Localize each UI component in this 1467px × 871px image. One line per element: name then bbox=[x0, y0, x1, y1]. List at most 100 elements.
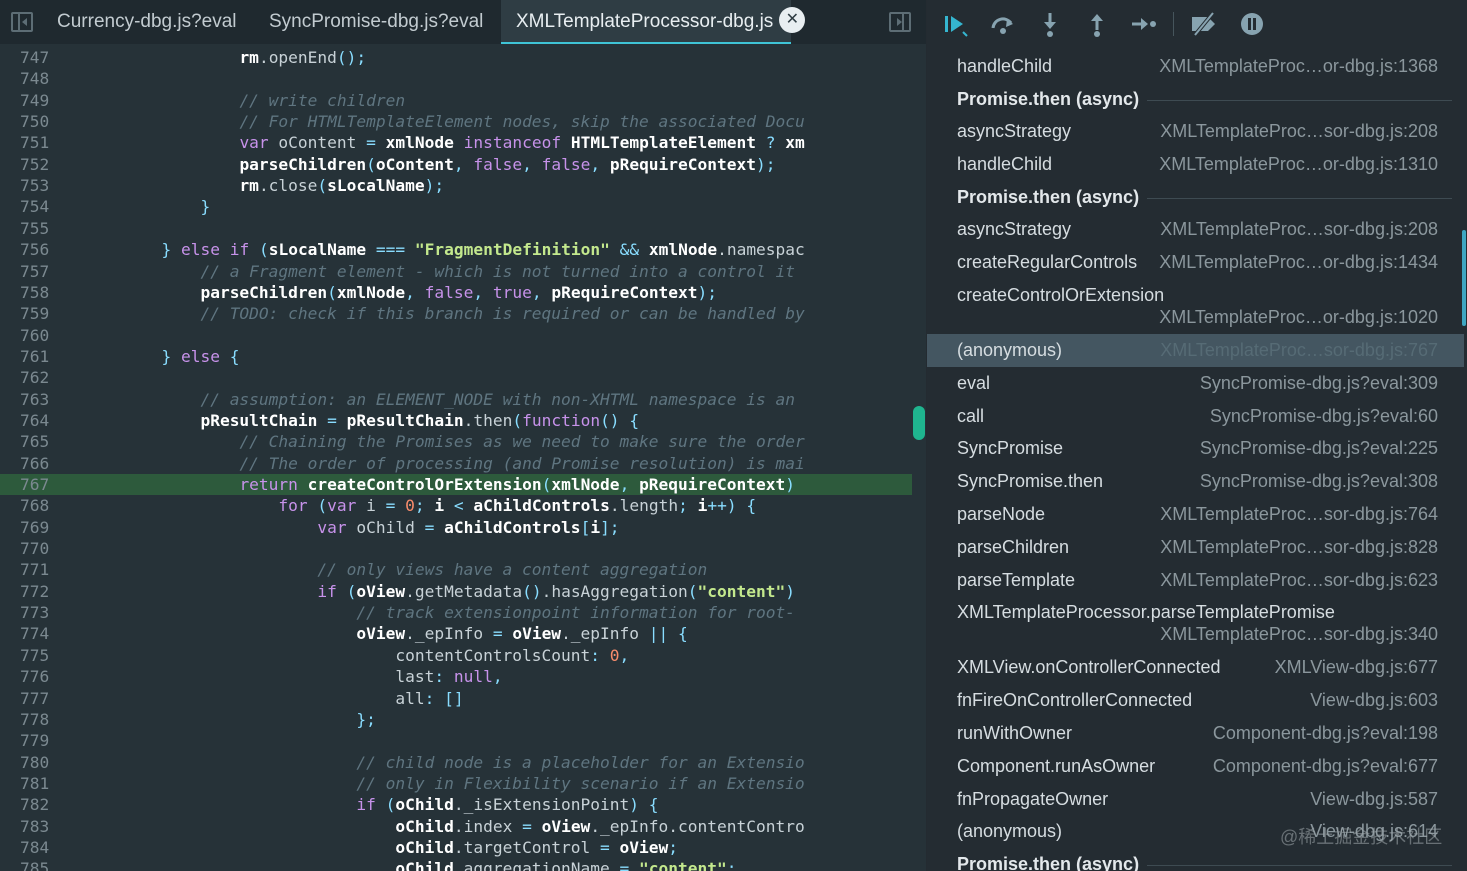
line-number[interactable]: 779 bbox=[20, 730, 56, 751]
line-number[interactable]: 756 bbox=[20, 239, 56, 260]
call-frame[interactable]: XMLTemplateProcessor.parseTemplatePromis… bbox=[927, 596, 1464, 651]
call-frame[interactable]: parseNode XMLTemplateProc…sor-dbg.js:764 bbox=[927, 498, 1464, 531]
line-number[interactable]: 785 bbox=[20, 858, 56, 871]
line-number[interactable]: 783 bbox=[20, 816, 56, 837]
call-frame[interactable]: parseChildren XMLTemplateProc…sor-dbg.js:… bbox=[927, 531, 1464, 564]
pause-on-exceptions-icon[interactable] bbox=[1238, 10, 1266, 38]
line-number[interactable]: 774 bbox=[20, 623, 56, 644]
frame-location-link[interactable]: XMLTemplateProc…sor-dbg.js:767 bbox=[1160, 340, 1438, 361]
line-number[interactable]: 751 bbox=[20, 132, 56, 153]
call-frame[interactable]: Component.runAsOwner Component-dbg.js?eva… bbox=[927, 750, 1464, 783]
line-number[interactable]: 757 bbox=[20, 261, 56, 282]
code-token: ) bbox=[629, 795, 640, 815]
call-stack-scrollbar-thumb[interactable] bbox=[1462, 230, 1466, 326]
line-number[interactable]: 782 bbox=[20, 794, 56, 815]
frame-location-link[interactable]: XMLTemplateProc…sor-dbg.js:764 bbox=[1160, 504, 1438, 525]
line-number[interactable]: 773 bbox=[20, 602, 56, 623]
frame-location-link[interactable]: Component-dbg.js?eval:677 bbox=[1213, 756, 1438, 777]
line-number[interactable]: 752 bbox=[20, 154, 56, 175]
frame-location-link[interactable]: SyncPromise-dbg.js?eval:309 bbox=[1200, 373, 1438, 394]
line-number[interactable]: 777 bbox=[20, 688, 56, 709]
frame-location-link[interactable]: XMLTemplateProc…sor-dbg.js:340 bbox=[1160, 624, 1438, 645]
step-icon[interactable] bbox=[1129, 10, 1157, 38]
frame-location-link[interactable]: XMLTemplateProc…sor-dbg.js:623 bbox=[1160, 570, 1438, 591]
tab-currency[interactable]: Currency-dbg.js?eval bbox=[57, 0, 237, 44]
call-frame[interactable]: fnFireOnControllerConnected View-dbg.js:6… bbox=[927, 684, 1464, 717]
line-number[interactable]: 760 bbox=[20, 325, 56, 346]
frame-location-link[interactable]: View-dbg.js:603 bbox=[1310, 690, 1438, 711]
frame-location-link[interactable]: XMLTemplateProc…or-dbg.js:1434 bbox=[1159, 252, 1438, 273]
code-token: parseChildren bbox=[239, 154, 367, 174]
line-number[interactable]: 761 bbox=[20, 346, 56, 367]
code-token: pRequireContext bbox=[609, 154, 757, 174]
line-number[interactable]: 766 bbox=[20, 453, 56, 474]
code-text: oChild.aggregationName = "content"; bbox=[64, 858, 736, 871]
call-frame[interactable]: call SyncPromise-dbg.js?eval:60 bbox=[927, 400, 1464, 433]
call-frame[interactable]: createRegularControls XMLTemplateProc…or-… bbox=[927, 246, 1464, 279]
line-number[interactable]: 759 bbox=[20, 303, 56, 324]
tab-xmltemplateprocessor[interactable]: XMLTemplateProcessor-dbg.js ✕ bbox=[501, 0, 806, 44]
call-frame[interactable]: eval SyncPromise-dbg.js?eval:309 bbox=[927, 367, 1464, 400]
line-number[interactable]: 748 bbox=[20, 68, 56, 89]
call-frame[interactable]: XMLView.onControllerConnected XMLView-dbg… bbox=[927, 651, 1464, 684]
line-number[interactable]: 755 bbox=[20, 218, 56, 239]
line-number[interactable]: 778 bbox=[20, 709, 56, 730]
call-frame[interactable]: handleChild XMLTemplateProc…or-dbg.js:136… bbox=[927, 50, 1464, 83]
frame-location-link[interactable]: SyncPromise-dbg.js?eval:308 bbox=[1200, 471, 1438, 492]
line-number[interactable]: 764 bbox=[20, 410, 56, 431]
line-number[interactable]: 776 bbox=[20, 666, 56, 687]
line-number[interactable]: 769 bbox=[20, 517, 56, 538]
line-number[interactable]: 762 bbox=[20, 367, 56, 388]
call-frame[interactable]: runWithOwner Component-dbg.js?eval:198 bbox=[927, 717, 1464, 750]
line-number[interactable]: 770 bbox=[20, 538, 56, 559]
line-number[interactable]: 781 bbox=[20, 773, 56, 794]
line-number[interactable]: 784 bbox=[20, 837, 56, 858]
tab-syncpromise[interactable]: SyncPromise-dbg.js?eval bbox=[269, 0, 483, 44]
call-frame[interactable]: parseTemplate XMLTemplateProc…sor-dbg.js:… bbox=[927, 564, 1464, 597]
toggle-debugger-icon[interactable] bbox=[889, 12, 911, 32]
step-into-icon[interactable] bbox=[1036, 10, 1064, 38]
line-number[interactable]: 754 bbox=[20, 196, 56, 217]
close-icon[interactable]: ✕ bbox=[779, 6, 806, 33]
step-out-icon[interactable] bbox=[1083, 10, 1111, 38]
call-frame[interactable]: createControlOrExtension XMLTemplateProc…… bbox=[927, 279, 1464, 334]
frame-location-link[interactable]: View-dbg.js:587 bbox=[1310, 789, 1438, 810]
frame-location-link[interactable]: SyncPromise-dbg.js?eval:225 bbox=[1200, 438, 1438, 459]
line-number[interactable]: 765 bbox=[20, 431, 56, 452]
editor-scrollbar-thumb[interactable] bbox=[913, 406, 925, 440]
line-number[interactable]: 749 bbox=[20, 90, 56, 111]
line-number[interactable]: 763 bbox=[20, 389, 56, 410]
call-frame[interactable]: SyncPromise.then SyncPromise-dbg.js?eval:… bbox=[927, 465, 1464, 498]
line-number[interactable]: 753 bbox=[20, 175, 56, 196]
frame-location-link[interactable]: Component-dbg.js?eval:198 bbox=[1213, 723, 1438, 744]
line-number[interactable]: 768 bbox=[20, 495, 56, 516]
line-number[interactable]: 772 bbox=[20, 581, 56, 602]
line-number[interactable]: 771 bbox=[20, 559, 56, 580]
frame-location-link[interactable]: XMLTemplateProc…or-dbg.js:1020 bbox=[1159, 307, 1438, 328]
frame-location-link[interactable]: XMLView-dbg.js:677 bbox=[1275, 657, 1438, 678]
call-frame[interactable]: asyncStrategy XMLTemplateProc…sor-dbg.js:… bbox=[927, 213, 1464, 246]
frame-location-link[interactable]: XMLTemplateProc…or-dbg.js:1310 bbox=[1159, 154, 1438, 175]
call-frame[interactable]: (anonymous) XMLTemplateProc…sor-dbg.js:76… bbox=[927, 334, 1464, 367]
line-number[interactable]: 775 bbox=[20, 645, 56, 666]
line-number[interactable]: 750 bbox=[20, 111, 56, 132]
toggle-navigator-icon[interactable] bbox=[11, 12, 33, 32]
call-frame[interactable]: SyncPromise SyncPromise-dbg.js?eval:225 bbox=[927, 432, 1464, 465]
frame-location-link[interactable]: XMLTemplateProc…or-dbg.js:1368 bbox=[1159, 56, 1438, 77]
line-number[interactable]: 758 bbox=[20, 282, 56, 303]
line-number[interactable]: 767 bbox=[20, 474, 56, 495]
step-over-icon[interactable] bbox=[989, 10, 1017, 38]
line-number[interactable]: 780 bbox=[20, 752, 56, 773]
frame-location-link[interactable]: XMLTemplateProc…sor-dbg.js:208 bbox=[1160, 121, 1438, 142]
call-frame[interactable]: handleChild XMLTemplateProc…or-dbg.js:131… bbox=[927, 148, 1464, 181]
line-number[interactable]: 747 bbox=[20, 47, 56, 68]
frame-location-link[interactable]: SyncPromise-dbg.js?eval:60 bbox=[1210, 406, 1438, 427]
call-frame[interactable]: fnPropagateOwner View-dbg.js:587 bbox=[927, 783, 1464, 816]
frame-location-link[interactable]: XMLTemplateProc…sor-dbg.js:828 bbox=[1160, 537, 1438, 558]
deactivate-breakpoints-icon[interactable] bbox=[1189, 10, 1217, 38]
resume-icon[interactable] bbox=[941, 10, 969, 38]
frame-location-link[interactable]: XMLTemplateProc…sor-dbg.js:208 bbox=[1160, 219, 1438, 240]
call-frame[interactable]: asyncStrategy XMLTemplateProc…sor-dbg.js:… bbox=[927, 115, 1464, 148]
